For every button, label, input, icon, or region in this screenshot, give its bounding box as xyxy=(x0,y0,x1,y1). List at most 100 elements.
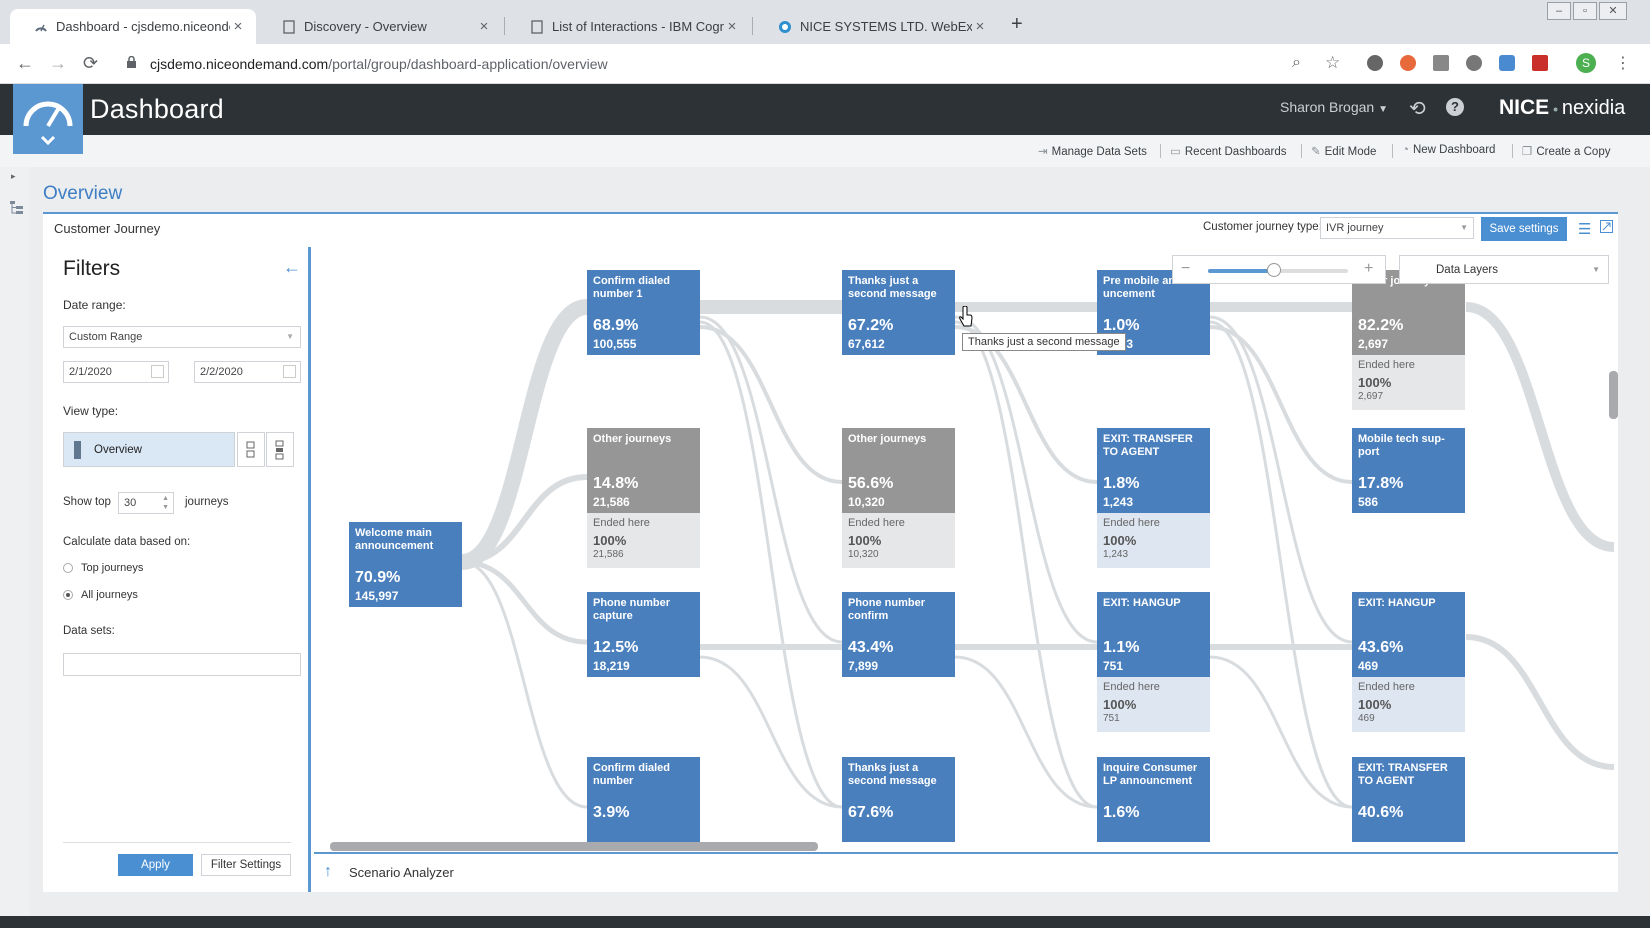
node-name: Confirm dialed number xyxy=(593,762,671,787)
node-percent: 1.8% xyxy=(1103,475,1140,492)
back-icon[interactable]: ← xyxy=(16,53,34,74)
dashboard-logo-icon[interactable] xyxy=(13,84,83,154)
divider xyxy=(1160,144,1161,158)
arrow-up-icon[interactable]: ↑ xyxy=(324,863,332,881)
journey-node[interactable]: Thanks just a second message 67.6% xyxy=(842,757,955,842)
tab-webex[interactable]: NICE SYSTEMS LTD. WebEx Ente × xyxy=(754,9,998,44)
view-alt-option[interactable] xyxy=(237,432,265,467)
extension-icon[interactable] xyxy=(1400,55,1416,71)
tab-discovery[interactable]: Discovery - Overview × xyxy=(258,9,502,44)
zoom-control[interactable]: − + xyxy=(1172,255,1386,284)
journey-node[interactable]: Other journeys 56.6% 10,320 Ended here 100% 1… xyxy=(842,428,955,568)
journey-node[interactable]: Other journeys 82.2% 2,697 Ended here 100% 2,… xyxy=(1352,270,1465,410)
zoom-in-icon[interactable]: + xyxy=(1364,260,1373,278)
address-bar[interactable]: cjsdemo.niceondemand.com/portal/group/da… xyxy=(150,56,608,72)
collapse-arrow-icon[interactable]: ← xyxy=(283,257,301,278)
filter-settings-button[interactable]: Filter Settings xyxy=(201,854,291,876)
close-tab-icon[interactable]: × xyxy=(230,18,246,35)
ended-label: Ended here xyxy=(848,517,905,529)
extension-icon[interactable] xyxy=(1499,55,1515,71)
data-sets-input[interactable] xyxy=(63,653,301,676)
tab-dashboard[interactable]: Dashboard - cjsdemo.niceonden × xyxy=(10,9,256,44)
new-tab-icon[interactable]: + xyxy=(1011,13,1023,36)
node-percent: 1.6% xyxy=(1103,804,1140,821)
extension-icon[interactable] xyxy=(1466,55,1482,71)
browser-toolbar: ← → ⟳ cjsdemo.niceondemand.com/portal/gr… xyxy=(0,44,1650,84)
journey-node[interactable]: EXIT: TRANSFER TO AGENT 1.8% 1,243 Ended he… xyxy=(1097,428,1210,568)
new-dashboard-button[interactable]: ◔ New Dashboard xyxy=(1402,144,1495,156)
extension-icon[interactable] xyxy=(1433,55,1449,71)
extension-icon[interactable] xyxy=(1367,55,1383,71)
node-header: Confirm dialed number 1 68.9% 100,555 xyxy=(587,270,700,355)
journey-node[interactable]: Confirm dialed number 1 68.9% 100,555 xyxy=(587,270,700,355)
user-menu[interactable]: Sharon Brogan ▼ xyxy=(1280,99,1388,115)
zoom-slider-thumb[interactable] xyxy=(1266,263,1281,277)
maximize-icon[interactable]: ▫ xyxy=(1573,2,1597,20)
top-journeys-radio[interactable] xyxy=(63,563,73,573)
close-tab-icon[interactable]: × xyxy=(972,18,988,35)
horizontal-scrollbar[interactable] xyxy=(330,842,818,851)
ended-percent: 100% xyxy=(1358,697,1392,712)
calendar-icon[interactable] xyxy=(283,365,296,378)
ended-here-box: Ended here 100% 2,697 xyxy=(1352,355,1465,410)
refresh-icon[interactable]: ⟲ xyxy=(1409,96,1426,121)
recent-dashboards-button[interactable]: ▭ Recent Dashboards xyxy=(1170,144,1287,158)
journey-node-root[interactable]: Welcome main announcement 70.9% 145,997 xyxy=(349,522,462,607)
forward-icon[interactable]: → xyxy=(49,53,67,74)
date-from-input[interactable]: 2/1/2020 xyxy=(63,361,169,383)
list-view-icon[interactable]: ☰ xyxy=(1578,220,1591,238)
journey-node[interactable]: Mobile tech sup-port 17.8% 586 xyxy=(1352,428,1465,513)
node-header: EXIT: HANGUP 43.6% 469 xyxy=(1352,592,1465,677)
manage-data-sets-button[interactable]: ⇥ Manage Data Sets xyxy=(1038,144,1147,158)
view-detail-option[interactable] xyxy=(266,432,294,467)
zoom-icon[interactable]: ⌕ xyxy=(1292,54,1301,72)
journey-type-label: Customer journey type: xyxy=(1203,221,1322,233)
journey-node[interactable]: Inquire Consumer LP announcment 1.6% xyxy=(1097,757,1210,842)
panel-title: Customer Journey xyxy=(54,221,161,236)
tree-icon[interactable] xyxy=(10,201,23,220)
data-sets-label: Data sets: xyxy=(63,625,115,637)
date-to-input[interactable]: 2/2/2020 xyxy=(194,361,301,383)
date-range-select[interactable]: Custom Range ▼ xyxy=(63,326,301,348)
ended-label: Ended here xyxy=(1358,359,1415,371)
all-journeys-radio[interactable] xyxy=(63,590,73,600)
edit-mode-button[interactable]: ✎ Edit Mode xyxy=(1311,144,1376,158)
app-header xyxy=(0,84,1650,135)
journey-node[interactable]: Thanks just a second message 67.2% 67,612 xyxy=(842,270,955,355)
bookmark-star-icon[interactable]: ☆ xyxy=(1325,53,1340,73)
journey-node[interactable]: Other journeys 14.8% 21,586 Ended here 100% 2… xyxy=(587,428,700,568)
close-window-icon[interactable]: ✕ xyxy=(1599,2,1627,20)
journey-node[interactable]: EXIT: HANGUP 1.1% 751 Ended here 100% 751 xyxy=(1097,592,1210,732)
tab-interactions[interactable]: List of Interactions - IBM Cognos × xyxy=(506,9,750,44)
stepper-arrows-icon[interactable]: ▲ ▼ xyxy=(162,494,169,512)
divider xyxy=(1392,144,1393,158)
create-copy-button[interactable]: ❐ Create a Copy xyxy=(1522,144,1610,158)
apply-button[interactable]: Apply xyxy=(118,854,193,876)
show-top-stepper[interactable]: 30 ▲ ▼ xyxy=(118,492,174,514)
reload-icon[interactable]: ⟳ xyxy=(83,53,98,74)
data-layers-select[interactable]: Data Layers ▼ xyxy=(1399,255,1609,284)
close-tab-icon[interactable]: × xyxy=(724,18,740,35)
help-icon[interactable]: ? xyxy=(1446,98,1464,116)
extension-icon[interactable] xyxy=(1532,55,1548,71)
view-overview-option[interactable]: Overview xyxy=(63,432,235,467)
more-menu-icon[interactable]: ⋮ xyxy=(1615,53,1631,73)
ended-label: Ended here xyxy=(1103,517,1160,529)
save-settings-button[interactable]: Save settings xyxy=(1481,217,1567,241)
close-tab-icon[interactable]: × xyxy=(476,18,492,35)
profile-avatar[interactable]: S xyxy=(1576,53,1596,73)
calendar-icon[interactable] xyxy=(151,365,164,378)
journey-type-select[interactable]: IVR journey ▼ xyxy=(1320,217,1474,239)
webex-icon xyxy=(778,20,792,34)
zoom-out-icon[interactable]: − xyxy=(1181,260,1190,278)
journey-node[interactable]: EXIT: TRANSFER TO AGENT 40.6% xyxy=(1352,757,1465,842)
minimize-icon[interactable]: – xyxy=(1547,2,1571,20)
expand-icon[interactable] xyxy=(1600,220,1613,238)
vertical-scrollbar[interactable] xyxy=(1609,371,1618,419)
journey-node[interactable]: EXIT: HANGUP 43.6% 469 Ended here 100% 469 xyxy=(1352,592,1465,732)
journey-node[interactable]: Phone number confirm 43.4% 7,899 xyxy=(842,592,955,677)
journey-node[interactable]: Confirm dialed number 3.9% xyxy=(587,757,700,842)
scenario-analyzer-bar[interactable]: ↑ Scenario Analyzer xyxy=(314,852,1618,892)
journey-node[interactable]: Phone number capture 12.5% 18,219 xyxy=(587,592,700,677)
chevron-right-icon[interactable]: ▸ xyxy=(11,171,16,182)
